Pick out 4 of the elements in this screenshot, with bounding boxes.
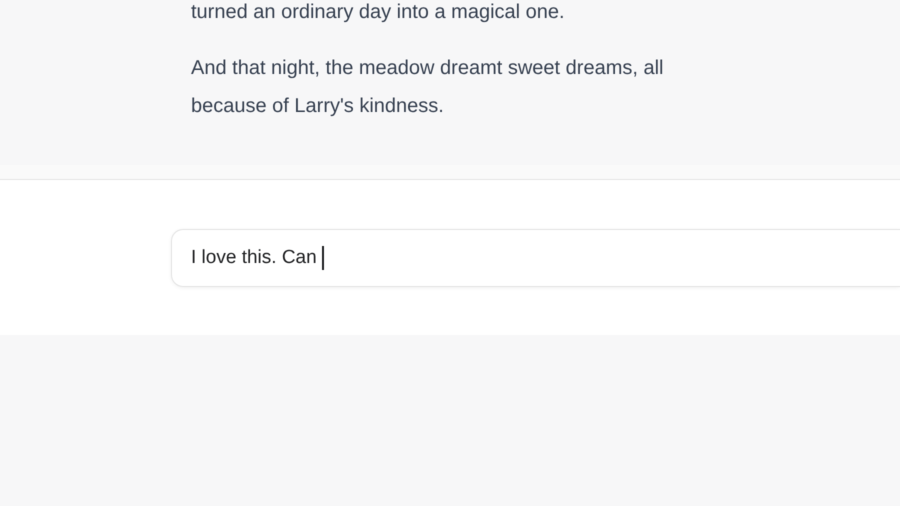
response-paragraph: turned an ordinary day into a magical one.: [191, 0, 566, 25]
response-paragraph: And that night, the meadow dreamt sweet dreams, all because of Larry's kindness.: [191, 56, 664, 119]
text-cursor: [322, 246, 324, 270]
message-input-field[interactable]: I love this. Can: [171, 228, 900, 286]
